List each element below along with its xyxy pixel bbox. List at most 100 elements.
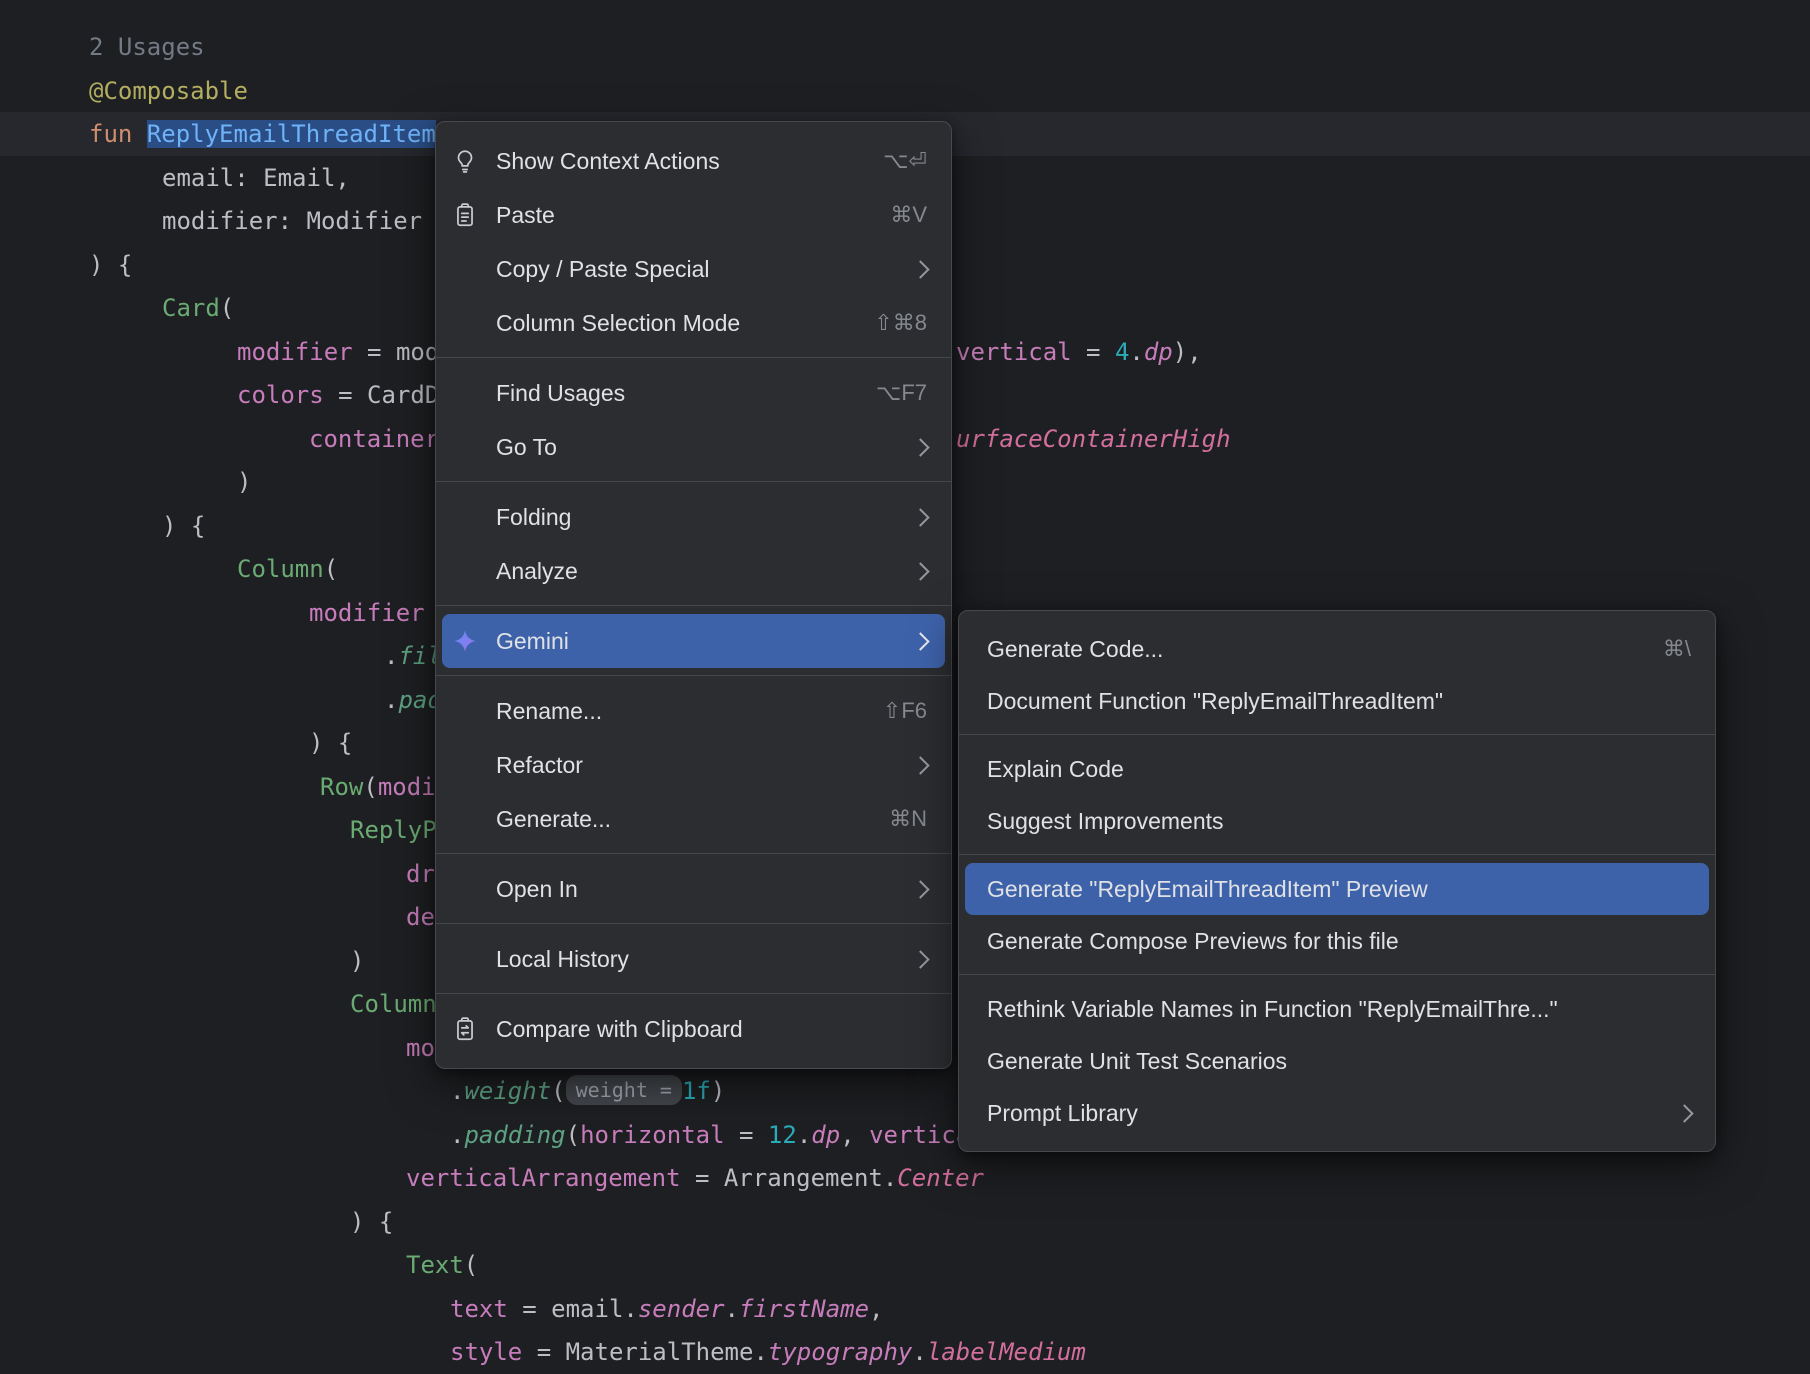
menu-item-show-context-actions[interactable]: Show Context Actions⌥⏎ [442, 134, 945, 188]
menu-item-rename[interactable]: Rename...⇧F6 [442, 684, 945, 738]
code-token: = [1072, 338, 1115, 366]
menu-item-generate-unit-test-scenarios[interactable]: Generate Unit Test Scenarios [965, 1035, 1709, 1087]
submenu-chevron-icon [911, 950, 929, 968]
menu-item-label: Explain Code [987, 756, 1691, 783]
code-token: = [725, 1121, 768, 1149]
code-token: . [1129, 338, 1143, 366]
menu-item-generate-code[interactable]: Generate Code...⌘\ [965, 623, 1709, 675]
menu-item-copy-paste-special[interactable]: Copy / Paste Special [442, 242, 945, 296]
code-token: firstName [739, 1295, 869, 1323]
menu-item-column-selection-mode[interactable]: Column Selection Mode⇧⌘8 [442, 296, 945, 350]
code-segment: urfaceContainerHigh [956, 417, 1231, 461]
menu-separator [436, 675, 951, 676]
code-token: Center [897, 1164, 984, 1192]
menu-item-folding[interactable]: Folding [442, 490, 945, 544]
code-segment: .weight(weight =1f) [450, 1069, 725, 1113]
menu-item-label: Rename... [496, 698, 853, 725]
code-segment: ) [237, 460, 251, 504]
submenu-chevron-icon [911, 508, 929, 526]
menu-item-label: Compare with Clipboard [496, 1016, 927, 1043]
menu-item-generate-replyemailthreaditem-preview[interactable]: Generate "ReplyEmailThreadItem" Preview [965, 863, 1709, 915]
code-line: 2 Usages [0, 25, 1810, 69]
code-segment: email: Email, [162, 156, 350, 200]
code-token: ( [464, 1251, 478, 1279]
menu-item-generate[interactable]: Generate... ⌘N [442, 792, 945, 846]
code-token: urfaceContainerHigh [956, 425, 1231, 453]
menu-item-label: Analyze [496, 558, 888, 585]
menu-item-explain-code[interactable]: Explain Code [965, 743, 1709, 795]
code-token: colors [237, 381, 324, 409]
menu-separator [436, 481, 951, 482]
menu-item-label: Folding [496, 504, 888, 531]
menu-separator [436, 357, 951, 358]
menu-item-analyze[interactable]: Analyze [442, 544, 945, 598]
code-token: ( [220, 294, 234, 322]
code-segment: Card( [162, 286, 234, 330]
menu-item-label: Paste [496, 202, 860, 229]
code-line: @Composable [0, 69, 1810, 113]
menu-item-label: Copy / Paste Special [496, 256, 888, 283]
menu-shortcut: ⌘V [890, 202, 927, 228]
code-token: ) { [309, 729, 352, 757]
code-token: = MaterialTheme. [522, 1338, 768, 1366]
menu-item-label: Rethink Variable Names in Function "Repl… [987, 996, 1691, 1023]
menu-item-go-to[interactable]: Go To [442, 420, 945, 474]
menu-item-label: Suggest Improvements [987, 808, 1691, 835]
submenu-chevron-icon [911, 632, 929, 650]
menu-item-label: Generate... [496, 806, 859, 833]
code-token: ) [237, 468, 251, 496]
code-segment: ) { [309, 721, 352, 765]
menu-item-prompt-library[interactable]: Prompt Library [965, 1087, 1709, 1139]
code-token: text [450, 1295, 508, 1323]
code-token: . [725, 1295, 739, 1323]
code-token: . [797, 1121, 811, 1149]
code-segment: ) { [89, 243, 132, 287]
menu-item-generate-compose-previews-for-this-file[interactable]: Generate Compose Previews for this file [965, 915, 1709, 967]
menu-item-local-history[interactable]: Local History [442, 932, 945, 986]
code-token: dp [1144, 338, 1173, 366]
menu-separator [436, 923, 951, 924]
menu-shortcut: ⌘\ [1663, 636, 1691, 662]
code-segment: ) { [162, 504, 205, 548]
code-token: Row [320, 773, 363, 801]
submenu-chevron-icon [911, 880, 929, 898]
editor-context-menu: Show Context Actions⌥⏎ Paste ⌘V Copy / Past… [435, 121, 952, 1069]
code-token: = email. [508, 1295, 638, 1323]
menu-item-label: Generate "ReplyEmailThreadItem" Preview [987, 876, 1691, 903]
menu-item-label: Go To [496, 434, 888, 461]
code-token: 4 [1115, 338, 1129, 366]
menu-item-label: Gemini [496, 628, 888, 655]
menu-separator [959, 974, 1715, 975]
submenu-chevron-icon [911, 438, 929, 456]
code-token: labelMedium [927, 1338, 1086, 1366]
code-segment: text = email.sender.firstName, [450, 1287, 884, 1331]
menu-item-gemini[interactable]: Gemini [442, 614, 945, 668]
code-token: , [840, 1121, 869, 1149]
code-token: 2 Usages [89, 33, 205, 61]
menu-item-suggest-improvements[interactable]: Suggest Improvements [965, 795, 1709, 847]
menu-item-compare-with-clipboard[interactable]: Compare with Clipboard [442, 1002, 945, 1056]
code-token: typography [768, 1338, 913, 1366]
menu-item-find-usages[interactable]: Find Usages⌥F7 [442, 366, 945, 420]
inline-parameter-hint: weight = [566, 1075, 682, 1105]
menu-item-rethink-variable-names-in-function-replyemailthre[interactable]: Rethink Variable Names in Function "Repl… [965, 983, 1709, 1035]
menu-item-refactor[interactable]: Refactor [442, 738, 945, 792]
code-token: dp [811, 1121, 840, 1149]
menu-shortcut: ⌥⏎ [883, 148, 927, 174]
code-token: horizontal [580, 1121, 725, 1149]
code-token: Column [350, 990, 437, 1018]
menu-item-label: Generate Compose Previews for this file [987, 928, 1691, 955]
menu-item-open-in[interactable]: Open In [442, 862, 945, 916]
menu-item-paste[interactable]: Paste ⌘V [442, 188, 945, 242]
code-token: ( [551, 1077, 565, 1105]
code-token: Text [406, 1251, 464, 1279]
code-token: ) { [350, 1208, 393, 1236]
submenu-chevron-icon [1675, 1104, 1693, 1122]
code-token: ( [363, 773, 377, 801]
code-token: . [384, 686, 398, 714]
menu-shortcut: ⌘N [889, 806, 927, 832]
code-token: , [869, 1295, 883, 1323]
code-line: Text( [0, 1243, 1810, 1287]
menu-item-document-function-replyemailthreaditem[interactable]: Document Function "ReplyEmailThreadItem" [965, 675, 1709, 727]
menu-shortcut: ⇧⌘8 [874, 310, 927, 336]
